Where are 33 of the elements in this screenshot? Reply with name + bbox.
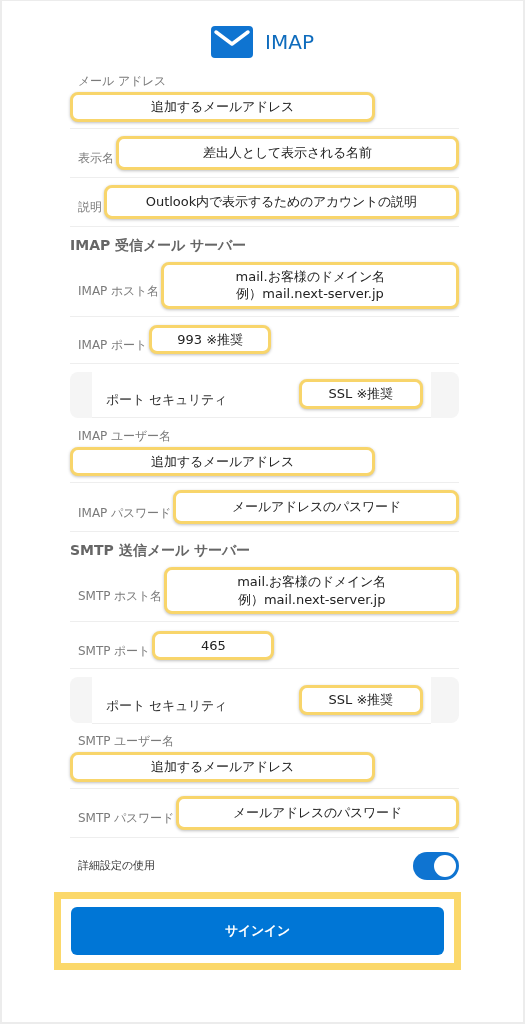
input-field[interactable]: メールアドレスのパスワード [173, 490, 459, 525]
input-field[interactable]: 追加するメールアドレス [70, 752, 375, 782]
field-label: SMTP ユーザー名 [77, 733, 176, 751]
input-field[interactable]: SSL ※推奨 [299, 685, 423, 715]
input-field[interactable]: mail.お客様のドメイン名 例）mail.next-server.jp [164, 567, 459, 615]
field-label: メール アドレス [77, 73, 167, 90]
input-field[interactable]: 追加するメールアドレス [70, 92, 375, 122]
page-title: IMAP [265, 30, 314, 54]
input-field[interactable]: mail.お客様のドメイン名 例）mail.next-server.jp [161, 261, 459, 309]
field-label: SMTP ホスト名 [77, 588, 163, 606]
field-label: 表示名 [77, 150, 114, 168]
toggle-label: 詳細設定の使用 [78, 858, 155, 874]
field-label: IMAP パスワード [77, 504, 172, 522]
input-field[interactable]: SSL ※推奨 [299, 379, 423, 409]
field-label: ポート セキュリティ [106, 391, 228, 410]
mail-icon [211, 26, 254, 58]
field-label: SMTP パスワード [77, 810, 175, 828]
toggle-switch[interactable] [413, 851, 459, 880]
section-heading: IMAP 受信メール サーバー [70, 235, 247, 255]
field-label: IMAP ホスト名 [77, 282, 160, 300]
field-label: 説明 [77, 199, 102, 217]
section-heading: SMTP 送信メール サーバー [70, 541, 251, 561]
input-field[interactable]: 993 ※推奨 [149, 324, 272, 355]
field-label: SMTP ポート [77, 642, 151, 660]
field-label: IMAP ポート [77, 337, 148, 355]
input-field[interactable]: 465 [152, 630, 275, 661]
input-field[interactable]: 追加するメールアドレス [70, 446, 375, 477]
field-label: ポート セキュリティ [106, 696, 228, 715]
sign-in-button[interactable]: サインイン [71, 906, 444, 955]
field-label: IMAP ユーザー名 [77, 427, 173, 445]
input-field[interactable]: Outlook内で表示するためのアカウントの説明 [104, 184, 459, 219]
input-field[interactable]: 差出人として表示される名前 [116, 135, 459, 170]
input-field[interactable]: メールアドレスのパスワード [176, 795, 459, 830]
